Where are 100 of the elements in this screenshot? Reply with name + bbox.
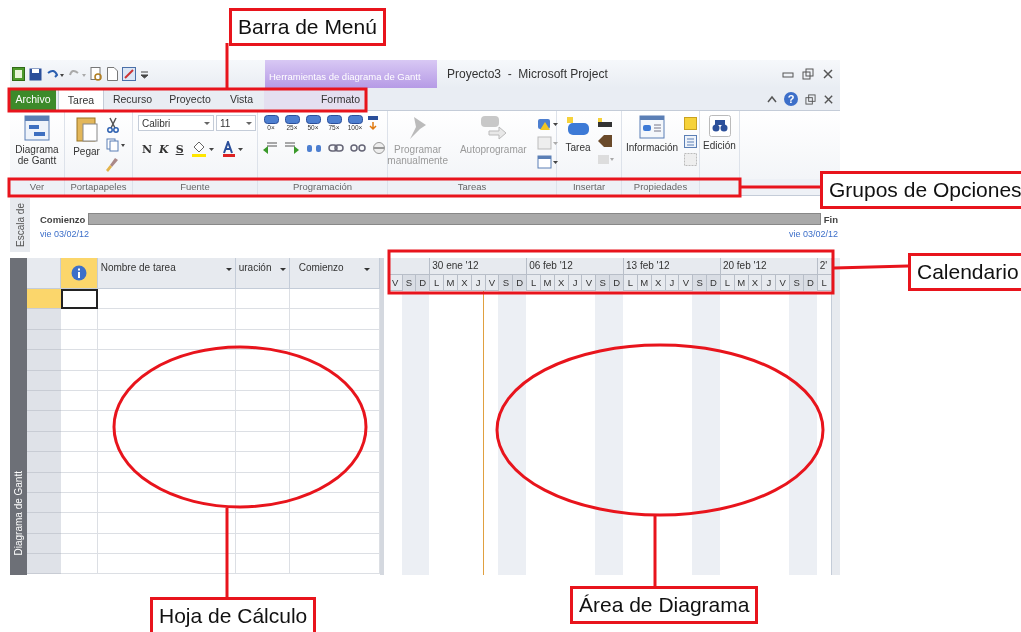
copy-icon[interactable]	[105, 138, 126, 152]
day-label: X	[650, 275, 665, 291]
day-label: L	[526, 275, 540, 291]
leader-line	[225, 43, 229, 88]
week-label: 2'	[819, 260, 828, 271]
row-header[interactable]	[26, 289, 61, 310]
day-label: D	[706, 275, 720, 291]
ribbon-tab[interactable]: Proyecto	[161, 88, 219, 110]
start-label: Comienzo	[40, 213, 86, 225]
print-preview-icon[interactable]	[90, 67, 103, 81]
callout-label: Grupos de Opciones	[820, 171, 1021, 209]
week-label: 20 feb '12	[722, 260, 767, 271]
day-label: D	[415, 275, 430, 291]
restore-icon[interactable]	[805, 93, 816, 105]
chart-icon[interactable]	[122, 67, 136, 81]
progress-bar-icon	[284, 115, 300, 124]
day-label: X	[456, 275, 471, 291]
row-header[interactable]	[26, 513, 61, 534]
calendar-help-icon[interactable]	[536, 155, 559, 169]
task-button[interactable]: Tarea	[563, 115, 593, 153]
customize-icon[interactable]	[140, 68, 149, 80]
start-date: vie 03/02/12	[40, 229, 90, 239]
italic-button[interactable]: K	[159, 142, 169, 156]
details-icon[interactable]	[684, 135, 698, 148]
table-cell[interactable]	[60, 289, 98, 310]
ribbon-tab[interactable]: Recurso	[104, 88, 161, 110]
link-icon[interactable]	[328, 141, 344, 155]
app-icon[interactable]	[12, 67, 25, 81]
gantt-view-button[interactable]: Diagrama de Gantt	[12, 115, 62, 166]
day-label: D	[609, 275, 623, 291]
day-label: J	[664, 275, 679, 291]
day-label: D	[512, 275, 527, 291]
font-size-field[interactable]: 11	[216, 115, 256, 131]
day-label: S	[498, 275, 513, 291]
day-label: M	[636, 275, 651, 291]
day-label: X	[553, 275, 568, 291]
day-label: M	[443, 275, 457, 291]
group-label: Tareas	[388, 179, 557, 195]
row-header[interactable]	[26, 554, 61, 575]
progress-bar-icon	[305, 115, 321, 124]
resource-icon[interactable]	[596, 117, 613, 129]
row-header[interactable]	[26, 411, 61, 432]
underline-button[interactable]: S	[175, 142, 184, 156]
progress-bar-icon	[347, 115, 363, 124]
group-label: Insertar	[557, 179, 622, 195]
week-label: 13 feb '12	[626, 260, 670, 271]
indent-icon[interactable]	[284, 141, 300, 155]
group-label: Propiedades	[622, 179, 700, 195]
callout-label: Hoja de Cálculo	[150, 597, 317, 632]
finish-label: Fin	[823, 213, 838, 225]
fill-color-icon[interactable]	[190, 141, 215, 157]
column-header[interactable]: Comienzo	[289, 258, 380, 288]
day-label: S	[595, 275, 610, 291]
day-label: J	[761, 275, 776, 291]
ribbon-tab[interactable]: Vista	[219, 88, 264, 110]
row-header[interactable]	[26, 350, 61, 371]
tag-icon[interactable]	[596, 134, 613, 148]
brush-icon[interactable]	[105, 157, 120, 173]
timeline-side-label: Escala de	[14, 203, 26, 247]
callout-label: Barra de Menú	[229, 8, 386, 46]
day-label: S	[401, 275, 416, 291]
note-icon[interactable]	[684, 117, 698, 130]
day-label: L	[429, 275, 444, 291]
restore-icon[interactable]	[802, 68, 814, 80]
scrollbar[interactable]	[830, 258, 840, 575]
column-header[interactable]: uración	[235, 258, 290, 288]
bold-button[interactable]: N	[142, 142, 153, 156]
day-label: S	[692, 275, 707, 291]
collapse-ribbon-icon[interactable]	[767, 95, 777, 103]
day-label: M	[539, 275, 554, 291]
finish-date: vie 03/02/12	[788, 229, 838, 239]
info-icon[interactable]	[70, 265, 87, 281]
close-icon[interactable]	[823, 93, 834, 105]
day-label: V	[387, 275, 402, 291]
row-header[interactable]	[26, 452, 61, 473]
font-name-field[interactable]: Calibri	[138, 115, 214, 131]
help-button[interactable]: ?	[784, 92, 798, 106]
information-button[interactable]: Información	[623, 115, 681, 153]
paste-button[interactable]: Pegar	[71, 115, 102, 157]
editing-button[interactable]: Edición	[701, 115, 738, 151]
row-header[interactable]	[26, 309, 61, 330]
outdent-icon[interactable]	[262, 141, 278, 155]
document-icon[interactable]	[107, 67, 118, 81]
unlink-icon[interactable]	[350, 141, 366, 155]
group-label: Ver	[10, 179, 65, 195]
font-color-icon[interactable]	[221, 141, 244, 157]
gantt-chart-icon	[24, 115, 50, 141]
column-header[interactable]: Nombre de tarea	[97, 258, 236, 288]
progress-bar-icon	[326, 115, 342, 124]
close-icon[interactable]	[822, 68, 834, 80]
day-label: M	[733, 275, 748, 291]
arrow-icon	[479, 115, 508, 141]
save-icon[interactable]	[29, 67, 42, 81]
cut-icon[interactable]	[105, 117, 120, 133]
callout-label: Calendario	[908, 253, 1021, 291]
window-title: Proyecto3 - Microsoft Project	[446, 67, 609, 81]
group-label: Portapapeles	[65, 179, 133, 195]
inactivate-icon[interactable]	[372, 141, 386, 155]
day-label: J	[567, 275, 582, 291]
inspect-icon[interactable]	[536, 117, 559, 131]
